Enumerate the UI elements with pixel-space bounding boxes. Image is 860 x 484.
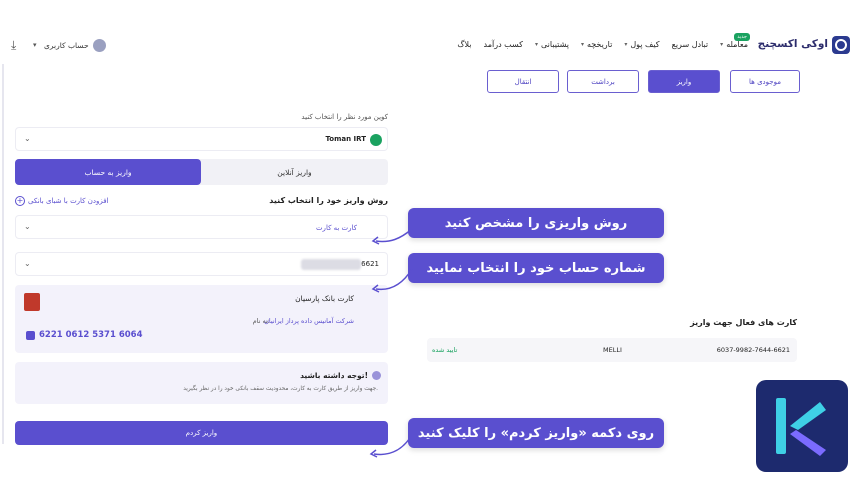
method-prompt: روش واریز خود را انتخاب کنید bbox=[269, 196, 388, 205]
tl-logo-icon bbox=[776, 398, 826, 456]
nav-item-support[interactable]: پشتیبانی ▾ bbox=[535, 40, 569, 49]
chevron-down-icon: ▾ bbox=[720, 41, 724, 48]
callout-text: روی دکمه «واریز کردم» را کلیک کنید bbox=[417, 425, 655, 441]
nav-label: تبادل سریع bbox=[671, 40, 709, 49]
account-select[interactable]: ⌄ 6621 bbox=[15, 252, 388, 276]
deposit-method-tabs: واریز به حساب واریز آنلاین bbox=[15, 159, 388, 185]
main-nav: معامله ▾ جدید تبادل سریع کیف پول ▾ تاریخ… bbox=[457, 33, 750, 49]
left-divider bbox=[2, 64, 4, 444]
callout-text: شماره حساب خود را انتخاب نمایید bbox=[426, 260, 646, 276]
chevron-down-icon: ⌄ bbox=[24, 222, 31, 231]
card-number-cell: 6037-9982-7644-6621 bbox=[716, 346, 790, 354]
brand-name[interactable]: اوکی اکسچنج bbox=[758, 38, 828, 50]
nav-label: کسب درآمد bbox=[483, 40, 523, 49]
callout-arrow-submit bbox=[369, 437, 411, 458]
nav-item-quick-exchange[interactable]: تبادل سریع bbox=[672, 40, 709, 49]
table-row: 6037-9982-7644-6621 MELLI تایید شده bbox=[427, 338, 797, 362]
add-card-label: افزودن کارت با شبای بانکی bbox=[28, 197, 109, 205]
chevron-down-icon: ⌄ bbox=[24, 259, 31, 268]
nav-item-earn[interactable]: کسب درآمد bbox=[484, 40, 523, 49]
nav-label: پشتیبانی bbox=[541, 40, 569, 49]
watermark-logo bbox=[756, 380, 848, 472]
callout-text: روش واریزی را مشخص کنید bbox=[444, 215, 628, 231]
notice-text: جهت واریز از طریق کارت به کارت، محدودیت … bbox=[183, 386, 378, 392]
active-cards-title: کارت های فعال جهت واریز bbox=[690, 318, 797, 327]
arrow-path bbox=[375, 228, 413, 243]
user-account-label[interactable]: حساب کاربری bbox=[44, 41, 89, 50]
tab-balances[interactable]: موجودی ها bbox=[730, 70, 800, 93]
deposit-method-select[interactable]: ⌄ کارت به کارت bbox=[15, 215, 388, 239]
new-badge: جدید bbox=[734, 33, 750, 41]
top-navbar: اوکی اکسچنج معامله ▾ جدید تبادل سریع کیف… bbox=[0, 0, 860, 64]
tab-withdraw[interactable]: برداشت bbox=[567, 70, 639, 93]
toman-coin-icon bbox=[370, 134, 382, 146]
tab-label: واریز bbox=[676, 77, 692, 86]
tab-deposit-to-account[interactable]: واریز به حساب bbox=[15, 159, 201, 185]
tab-label: واریز آنلاین bbox=[277, 167, 312, 177]
notice-box: توجه داشته باشید! جهت واریز از طریق کارت… bbox=[15, 362, 388, 404]
status-badge: تایید شده bbox=[432, 346, 458, 354]
download-icon[interactable]: ⤓ bbox=[11, 38, 23, 52]
add-card-link[interactable]: + افزودن کارت با شبای بانکی bbox=[15, 196, 109, 206]
nav-label: تاریخچه bbox=[586, 40, 613, 49]
nav-item-trade[interactable]: معامله ▾ جدید bbox=[720, 33, 750, 49]
callout-select-account: شماره حساب خود را انتخاب نمایید bbox=[408, 253, 664, 283]
bank-card-info: کارت بانک پارسیان به نام: شرکت آمانیس دا… bbox=[15, 285, 388, 353]
nav-item-history[interactable]: تاریخچه ▾ bbox=[581, 40, 612, 49]
masked-account-number bbox=[301, 259, 361, 270]
method-value: کارت به کارت bbox=[315, 224, 357, 232]
callout-click-submit: روی دکمه «واریز کردم» را کلیک کنید bbox=[408, 418, 664, 448]
tab-deposit[interactable]: واریز bbox=[648, 70, 720, 93]
nav-item-wallet[interactable]: کیف پول ▾ bbox=[624, 40, 659, 49]
parsian-bank-logo-icon bbox=[24, 293, 40, 311]
nav-label: بلاگ bbox=[457, 40, 472, 49]
notice-title: توجه داشته باشید! bbox=[300, 371, 368, 380]
coin-value: Toman IRT bbox=[325, 135, 366, 143]
callout-select-method: روش واریزی را مشخص کنید bbox=[408, 208, 664, 238]
bank-title: کارت بانک پارسیان bbox=[295, 294, 354, 303]
copy-icon[interactable] bbox=[26, 331, 35, 340]
nav-label: کیف پول bbox=[630, 40, 660, 49]
submit-deposit-button[interactable]: واریز کردم bbox=[15, 421, 388, 445]
card-number: 6221 0612 5371 6064 bbox=[39, 330, 143, 340]
callout-arrows bbox=[371, 228, 413, 293]
tab-label: برداشت bbox=[591, 77, 615, 86]
tab-label: موجودی ها bbox=[749, 77, 781, 86]
info-icon bbox=[372, 371, 381, 380]
bank-name-cell: MELLI bbox=[603, 346, 622, 354]
coin-select[interactable]: ⌄ Toman IRT bbox=[15, 127, 388, 151]
tab-transfer[interactable]: انتقال bbox=[487, 70, 559, 93]
tab-online-deposit[interactable]: واریز آنلاین bbox=[201, 159, 388, 185]
arrow-head bbox=[371, 236, 380, 245]
tab-label: واریز به حساب bbox=[84, 167, 132, 177]
plus-icon: + bbox=[15, 196, 25, 206]
tab-label: انتقال bbox=[514, 77, 532, 86]
nav-item-blog[interactable]: بلاگ bbox=[457, 40, 471, 49]
chevron-down-icon[interactable]: ▾ bbox=[33, 41, 37, 49]
chevron-down-icon: ⌄ bbox=[24, 134, 31, 143]
arrow-path bbox=[375, 268, 413, 291]
brand-logo-icon[interactable] bbox=[832, 36, 850, 54]
coin-prompt: کوین مورد نظر را انتخاب کنید bbox=[301, 113, 388, 121]
avatar[interactable] bbox=[93, 39, 106, 52]
owner-name: شرکت آمانیس داده پرداز ایرانیان bbox=[264, 317, 354, 325]
nav-label: معامله bbox=[726, 40, 748, 49]
chevron-down-icon: ▾ bbox=[624, 41, 628, 48]
arrow-path bbox=[373, 437, 411, 456]
chevron-down-icon: ▾ bbox=[580, 41, 584, 48]
chevron-down-icon: ▾ bbox=[534, 41, 538, 48]
